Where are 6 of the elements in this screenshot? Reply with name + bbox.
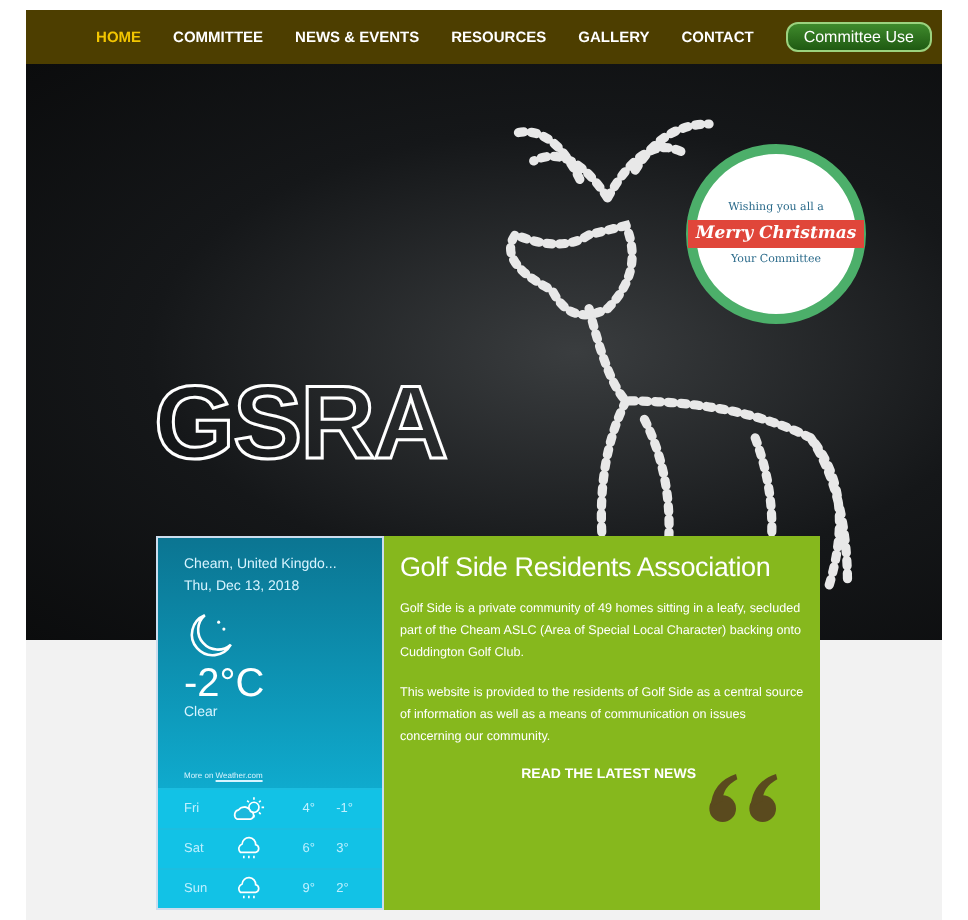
gsra-logo: GSRA — [154, 364, 447, 484]
badge-banner: Merry Christmas — [687, 220, 865, 248]
cloud-sun-icon — [232, 796, 267, 822]
committee-use-button[interactable]: Committee Use — [785, 22, 932, 52]
about-title: Golf Side Residents Association — [400, 552, 773, 582]
temperature: -2°C — [184, 662, 267, 706]
